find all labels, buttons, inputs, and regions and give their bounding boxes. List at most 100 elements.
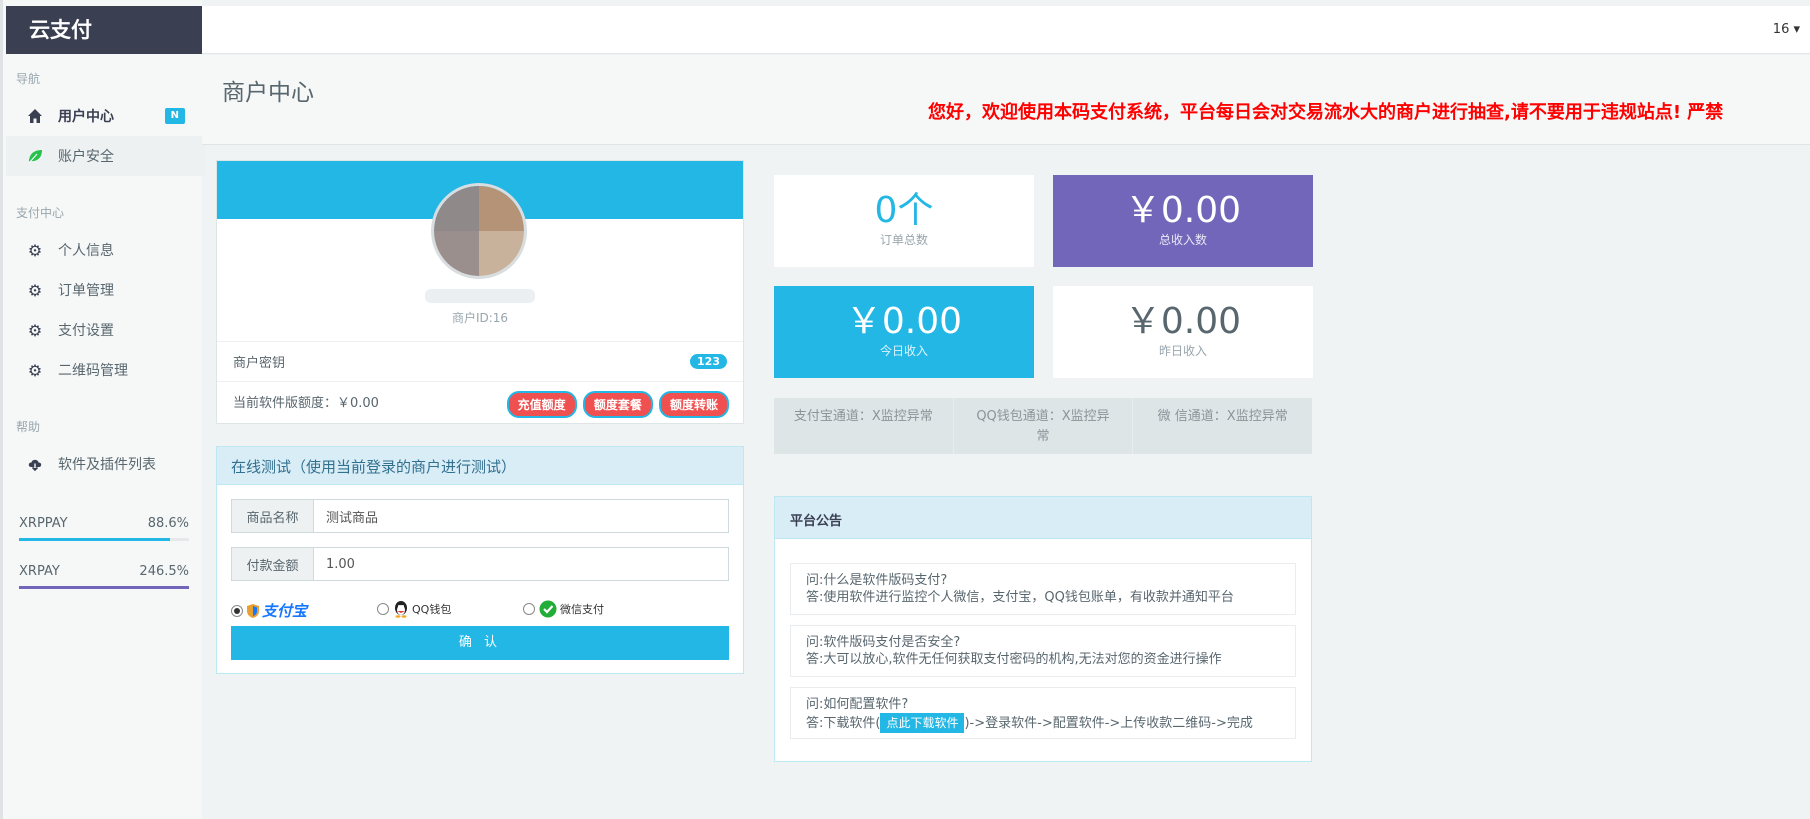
progress-xrppay: XRPPAY 88.6% (19, 516, 189, 541)
qq-penguin-icon (393, 600, 409, 618)
faq-answer: 答:使用软件进行监控个人微信，支付宝，QQ钱包账单，有收款并通知平台 (806, 590, 1234, 605)
radio-qq-wallet[interactable]: QQ钱包 (377, 600, 451, 618)
progress-xrpay: XRPAY 246.5% (19, 564, 189, 589)
quota-buttons: 充值额度 额度套餐 额度转账 (505, 391, 729, 418)
sidebar-item-personal-info[interactable]: ⚙ 个人信息 (6, 230, 205, 270)
sidebar: 云支付 导航 用户中心 N 账户安全 支付中心 ⚙ 个人信息 ⚙ 订单管理 ⚙ … (0, 0, 205, 819)
amount-label: 付款金额 (232, 548, 314, 580)
faq-answer-suffix: )->登录软件->配置软件->上传收款二维码->完成 (964, 716, 1253, 731)
merchant-key-label: 商户密钥 (233, 356, 286, 371)
stat-card-order-count: 0个 订单总数 (774, 175, 1034, 267)
wechat-pay-label: 微信支付 (560, 603, 604, 616)
progress-track (19, 538, 189, 541)
sidebar-item-label: 用户中心 (58, 109, 114, 125)
alipay-label: 支付宝 (262, 602, 308, 620)
announcement-marquee: 您好，欢迎使用本码支付系统，平台每日会对交易流水大的商户进行抽查,请不要用于违规… (928, 102, 1724, 123)
username-blurred (425, 289, 535, 303)
product-name-label: 商品名称 (232, 500, 314, 532)
amount-input[interactable]: 1.00 (314, 548, 728, 580)
product-name-input[interactable]: 测试商品 (314, 500, 728, 532)
sidebar-item-account-security[interactable]: 账户安全 (6, 136, 205, 176)
brand-logo[interactable]: 云支付 (6, 6, 205, 54)
notice-title: 平台公告 (775, 497, 1311, 539)
stat-value: ￥0.00 (1124, 190, 1242, 231)
stat-label: 今日收入 (879, 344, 928, 358)
user-menu[interactable]: 16 ▾ (1773, 22, 1800, 37)
progress-value: 88.6% (147, 516, 189, 531)
recharge-quota-button[interactable]: 充值额度 (506, 391, 577, 418)
gear-icon: ⚙ (27, 320, 43, 340)
sidebar-item-payment-settings[interactable]: ⚙ 支付设置 (6, 310, 205, 350)
nav-section-navigation: 导航 (16, 72, 41, 86)
faq-answer-prefix: 答:下载软件( (806, 716, 881, 731)
sidebar-item-qrcode-management[interactable]: ⚙ 二维码管理 (6, 350, 205, 390)
stat-label: 总收入数 (1158, 233, 1207, 247)
faq-answer: 答:下载软件(点此下载软件)->登录软件->配置软件->上传收款二维码->完成 (806, 713, 1280, 733)
online-test-title: 在线测试（使用当前登录的商户进行测试） (217, 447, 743, 485)
radio-wechat-pay[interactable]: 微信支付 (523, 600, 604, 618)
qq-wallet-label: QQ钱包 (412, 603, 452, 616)
avatar (431, 183, 527, 279)
page-title: 商户中心 (222, 80, 314, 106)
home-icon (26, 107, 44, 125)
merchant-key-badge: 123 (690, 354, 727, 369)
progress-value: 246.5% (139, 564, 189, 579)
faq-item: 问:什么是软件版码支付? 答:使用软件进行监控个人微信，支付宝，QQ钱包账单，有… (790, 563, 1296, 615)
quota-row: 当前软件版额度：￥0.00 充值额度 额度套餐 额度转账 (217, 381, 743, 421)
radio-alipay[interactable]: 支付宝 (231, 600, 307, 621)
top-navbar: 16 ▾ (202, 6, 1810, 54)
channel-alipay-status: 支付宝通道：X监控异常 (774, 398, 954, 454)
download-software-button[interactable]: 点此下载软件 (880, 713, 965, 733)
channel-wechat-status: 微 信通道：X监控异常 (1157, 409, 1288, 424)
progress-fill (19, 586, 189, 589)
stat-value: ￥0.00 (845, 301, 963, 342)
radio-button-wechat[interactable] (523, 603, 535, 615)
stat-card-yesterday-income: ￥0.00 昨日收入 (1053, 286, 1313, 378)
nav-section-help: 帮助 (16, 420, 41, 434)
gear-icon: ⚙ (27, 360, 43, 380)
faq-item: 问:软件版码支付是否安全? 答:大可以放心,软件无任何获取支付密码的机构,无法对… (790, 625, 1296, 677)
faq-question: 问:软件版码支付是否安全? (806, 635, 961, 650)
confirm-button[interactable]: 确 认 (231, 626, 729, 660)
profile-panel: 商户ID:16 商户密钥 123 当前软件版额度：￥0.00 充值额度 额度套餐… (216, 160, 744, 424)
radio-button-qq[interactable] (377, 603, 389, 615)
sidebar-item-label: 个人信息 (58, 243, 114, 259)
new-badge: N (164, 108, 185, 124)
channel-qq-status: QQ钱包通道：X监控异常 (954, 398, 1134, 454)
progress-fill (19, 538, 170, 541)
faq-answer: 答:大可以放心,软件无任何获取支付密码的机构,无法对您的资金进行操作 (806, 652, 1222, 667)
stat-label: 订单总数 (879, 233, 928, 247)
merchant-id: 商户ID:16 (451, 311, 509, 325)
wechat-pay-icon (539, 600, 557, 618)
platform-notice-panel: 平台公告 问:什么是软件版码支付? 答:使用软件进行监控个人微信，支付宝，QQ钱… (774, 496, 1312, 762)
amount-group: 付款金额 1.00 (231, 547, 729, 581)
progress-label: XRPPAY (19, 516, 68, 531)
channel-status-bar: 支付宝通道：X监控异常 QQ钱包通道：X监控异常 微 信通道：X监控异常 (774, 398, 1312, 454)
sidebar-item-label: 账户安全 (58, 149, 114, 165)
stat-card-today-income: ￥0.00 今日收入 (774, 286, 1034, 378)
sidebar-item-label: 二维码管理 (58, 363, 128, 379)
stat-label: 昨日收入 (1158, 344, 1207, 358)
faq-question: 问:如何配置软件? (806, 697, 909, 712)
nav-section-payment-center: 支付中心 (16, 206, 65, 220)
leaf-icon (26, 147, 44, 165)
gear-icon: ⚙ (27, 280, 43, 300)
alipay-logo-icon (245, 603, 261, 619)
faq-question: 问:什么是软件版码支付? (806, 573, 948, 588)
quota-package-button[interactable]: 额度套餐 (582, 391, 653, 418)
merchant-key-row[interactable]: 商户密钥 123 (217, 341, 743, 381)
sidebar-item-user-center[interactable]: 用户中心 N (6, 96, 205, 136)
sidebar-item-order-management[interactable]: ⚙ 订单管理 (6, 270, 205, 310)
radio-button-alipay[interactable] (231, 604, 243, 617)
sidebar-item-label: 支付设置 (58, 323, 114, 339)
sidebar-item-software-list[interactable]: 软件及插件列表 (6, 444, 205, 484)
quota-transfer-button[interactable]: 额度转账 (658, 391, 729, 418)
sidebar-item-label: 软件及插件列表 (58, 457, 156, 473)
stat-card-total-income: ￥0.00 总收入数 (1053, 175, 1313, 267)
quota-label: 当前软件版额度：￥0.00 (233, 396, 379, 411)
progress-track (19, 586, 189, 589)
stat-value: ￥0.00 (1124, 301, 1242, 342)
page-header: 商户中心 您好，欢迎使用本码支付系统，平台每日会对交易流水大的商户进行抽查,请不… (202, 55, 1810, 145)
gear-icon: ⚙ (27, 240, 43, 260)
product-name-group: 商品名称 测试商品 (231, 499, 729, 533)
